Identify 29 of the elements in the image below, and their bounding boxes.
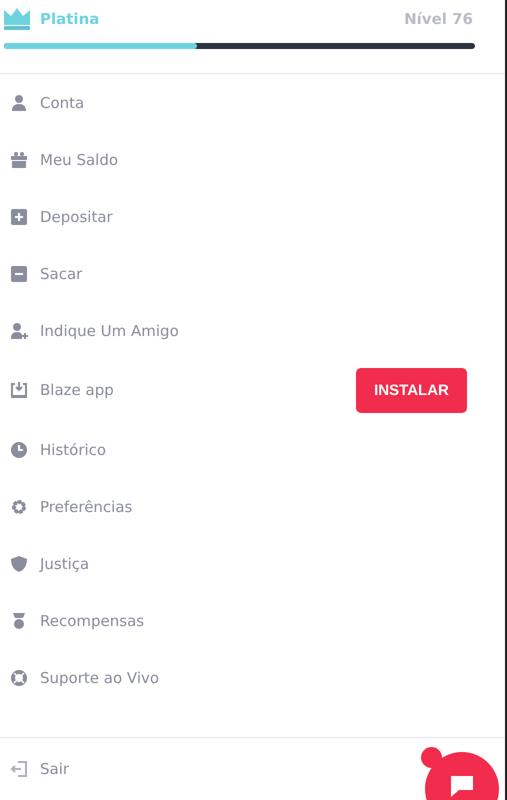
menu-item[interactable]: Recompensas — [10, 612, 144, 630]
level-label: Nível 76 — [404, 10, 473, 28]
shield-icon — [10, 554, 28, 572]
install-button[interactable]: INSTALAR — [356, 368, 467, 412]
menu-item[interactable]: Depositar — [10, 208, 113, 226]
logout-icon — [10, 760, 28, 778]
person-icon — [10, 94, 28, 112]
menu-item[interactable]: Blaze app — [10, 381, 114, 399]
logout-link[interactable]: Sair — [10, 760, 70, 778]
menu-item[interactable]: Histórico — [10, 440, 106, 458]
menu-item[interactable]: Suporte ao Vivo — [10, 668, 160, 686]
settings-icon — [10, 498, 28, 516]
menu-item[interactable]: Meu Saldo — [10, 150, 118, 168]
menu-item[interactable]: Justiça — [10, 554, 90, 572]
menu-item[interactable]: Sacar — [10, 264, 82, 282]
menu-item[interactable]: Indique Um Amigo — [10, 322, 179, 340]
minus-square-icon — [10, 264, 28, 282]
plus-square-icon — [10, 208, 28, 226]
lifebuoy-icon — [10, 668, 28, 686]
medal-icon — [10, 612, 28, 630]
tier-name: Platina — [40, 10, 100, 28]
menu-item[interactable]: Conta — [10, 94, 84, 112]
menu-item[interactable]: Preferências — [10, 498, 132, 516]
crown-icon — [4, 8, 30, 30]
download-tray-icon — [10, 381, 28, 399]
chat-bubble-icon — [451, 776, 473, 798]
add-user-icon — [10, 322, 28, 340]
gift-icon — [10, 150, 28, 168]
clock-icon — [10, 440, 28, 458]
